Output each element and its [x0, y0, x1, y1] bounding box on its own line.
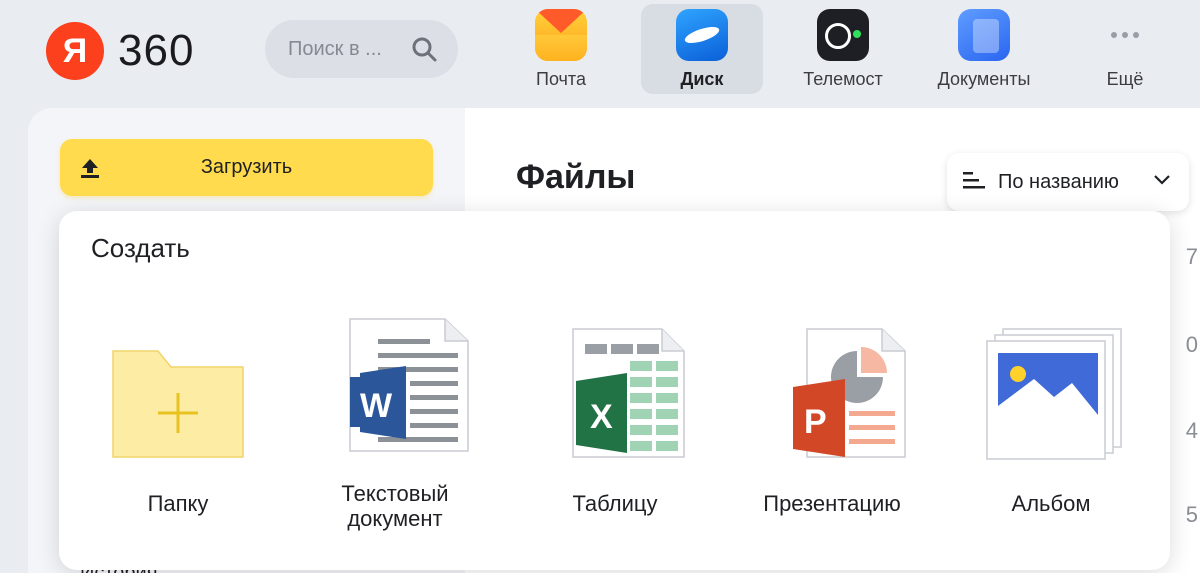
- yandex-360-logo[interactable]: Я 360: [46, 22, 194, 80]
- create-menu-popup: Создать Папку W Текстовый документ X Таб…: [59, 211, 1170, 570]
- app-more[interactable]: Ещё: [1064, 4, 1186, 94]
- word-document-icon: W: [320, 311, 470, 461]
- chevron-down-icon: [1153, 173, 1171, 191]
- create-menu-title: Создать: [91, 233, 190, 263]
- partial-file-date: 4: [1185, 418, 1198, 443]
- powerpoint-presentation-icon: P: [757, 311, 907, 461]
- upload-icon: [78, 156, 102, 185]
- page-title: Файлы: [516, 158, 636, 196]
- create-spreadsheet-label: Таблицу: [572, 491, 658, 516]
- mail-icon: [535, 9, 587, 61]
- sort-lines-icon: [962, 170, 986, 195]
- create-presentation-button[interactable]: P Презентацию: [732, 311, 932, 541]
- app-documents[interactable]: Документы: [923, 4, 1045, 94]
- excel-table-icon: X: [540, 311, 690, 461]
- album-icon: [976, 311, 1126, 461]
- svg-text:P: P: [804, 403, 827, 441]
- partial-file-date: 5: [1185, 502, 1198, 527]
- documents-icon: [958, 9, 1010, 61]
- app-disk-label: Диск: [680, 69, 724, 89]
- more-icon: [1099, 9, 1151, 61]
- create-album-button[interactable]: Альбом: [951, 311, 1151, 541]
- logo-360-text: 360: [118, 26, 195, 75]
- app-mail[interactable]: Почта: [500, 4, 622, 94]
- app-more-label: Ещё: [1106, 69, 1144, 89]
- app-documents-label: Документы: [937, 69, 1031, 89]
- search-icon[interactable]: [410, 35, 438, 63]
- telemost-icon: [817, 9, 869, 61]
- create-presentation-label: Презентацию: [763, 491, 901, 516]
- create-folder-label: Папку: [147, 491, 209, 516]
- yandex-logo-icon: Я: [46, 22, 104, 80]
- app-disk[interactable]: Диск: [641, 4, 763, 94]
- svg-text:X: X: [590, 398, 613, 436]
- create-text-document-button[interactable]: W Текстовый документ: [295, 311, 495, 541]
- svg-text:W: W: [360, 387, 393, 425]
- create-folder-button[interactable]: Папку: [78, 311, 278, 541]
- app-mail-label: Почта: [536, 69, 586, 89]
- sort-label: По названию: [998, 170, 1119, 193]
- sort-dropdown[interactable]: По названию: [947, 153, 1189, 211]
- partial-file-date: 0: [1185, 332, 1198, 357]
- folder-plus-icon: [103, 311, 253, 461]
- search-input[interactable]: Поиск в ...: [265, 20, 458, 78]
- create-album-label: Альбом: [1011, 491, 1091, 516]
- create-spreadsheet-button[interactable]: X Таблицу: [515, 311, 715, 541]
- upload-button-label: Загрузить: [200, 156, 293, 178]
- search-placeholder: Поиск в ...: [288, 37, 382, 60]
- create-text-document-label: Текстовый документ: [341, 481, 449, 531]
- upload-button[interactable]: Загрузить: [60, 139, 433, 196]
- app-telemost-label: Телемост: [803, 69, 883, 89]
- partial-file-date: 7: [1185, 244, 1198, 269]
- app-telemost[interactable]: Телемост: [782, 4, 904, 94]
- disk-icon: [676, 9, 728, 61]
